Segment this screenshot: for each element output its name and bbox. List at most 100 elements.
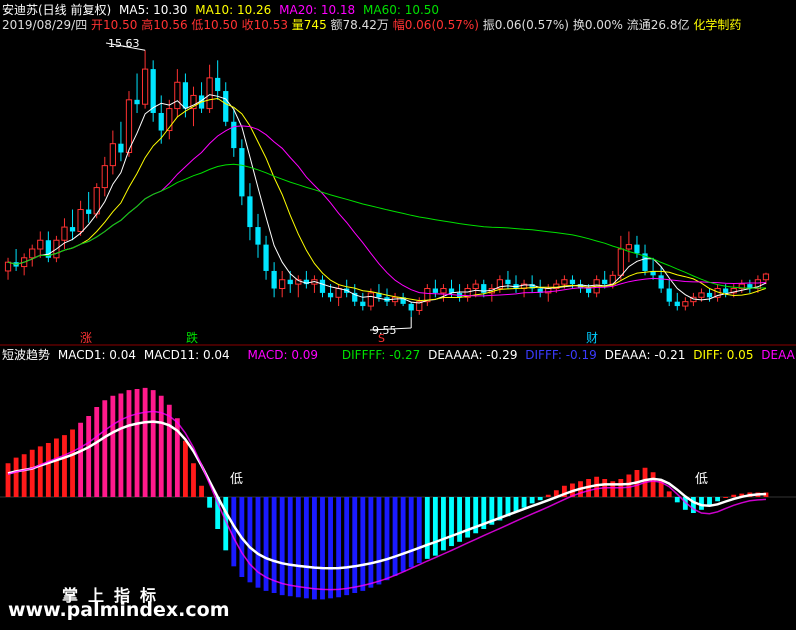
- candle-body: [247, 196, 253, 228]
- indicator-bar: [521, 497, 527, 508]
- candle-body: [319, 279, 326, 293]
- low-label-1: 低: [230, 472, 243, 487]
- indicator-bar: [457, 497, 462, 542]
- indicator-bar: [279, 497, 285, 596]
- low-label-2: 低: [695, 472, 708, 487]
- candle-body: [634, 244, 640, 254]
- candle-body: [561, 279, 568, 285]
- indicator-bar: [513, 497, 519, 512]
- indicator-bar: [666, 491, 672, 497]
- indicator-bar: [392, 497, 398, 576]
- indicator-bar: [166, 404, 172, 497]
- ma10-line: [7, 97, 767, 302]
- indicator-bar: [86, 416, 92, 497]
- indicator-bar: [400, 497, 406, 572]
- candle-body: [141, 68, 149, 105]
- candle-body: [61, 226, 68, 241]
- candle-body: [585, 288, 592, 293]
- indicator-bar: [287, 497, 293, 597]
- indicator-bar: [207, 497, 213, 508]
- indicator-bar: [312, 497, 317, 600]
- indicator-bar: [53, 438, 59, 497]
- indicator-bar: [142, 387, 148, 497]
- indicator-bar: [723, 497, 729, 498]
- indicator-bar: [320, 497, 325, 600]
- indicator-bar: [94, 407, 100, 497]
- indicator-bar: [432, 497, 438, 556]
- indicator-bar: [336, 497, 342, 598]
- indicator-bar: [45, 443, 51, 497]
- candle-body: [360, 301, 366, 307]
- candle-body: [174, 81, 181, 110]
- candle-body: [617, 248, 624, 276]
- candle-body: [206, 77, 213, 110]
- candle-body: [440, 288, 447, 294]
- indicator-bar: [29, 449, 35, 497]
- candle-body: [335, 288, 342, 298]
- indicator-bar: [37, 446, 43, 497]
- candle-body: [77, 209, 84, 232]
- candle-body: [37, 239, 44, 250]
- candle-body: [182, 82, 189, 109]
- candle-body: [263, 244, 269, 271]
- indicator-bar: [715, 497, 721, 502]
- indicator-bar: [183, 440, 188, 497]
- price-panel[interactable]: [4, 42, 770, 331]
- indicator-bar: [126, 390, 132, 497]
- candle-body: [118, 143, 124, 153]
- candle-body: [682, 301, 689, 307]
- indicator-bar: [441, 497, 446, 551]
- indicator-bar: [674, 497, 680, 503]
- indicator-bar: [199, 485, 204, 497]
- indicator-bar: [70, 429, 75, 497]
- candle-body: [109, 143, 116, 167]
- candle-body: [602, 279, 608, 285]
- candle-body: [625, 244, 633, 250]
- candle-body: [666, 288, 672, 302]
- indicator-bar: [295, 497, 301, 598]
- indicator-bar: [118, 393, 124, 497]
- candle-body: [271, 270, 277, 289]
- indicator-bar: [529, 497, 535, 504]
- candle-body: [101, 165, 108, 189]
- high-price-marker: 15.63: [108, 37, 140, 50]
- indicator-bar: [384, 497, 390, 581]
- candle-body: [706, 292, 713, 298]
- indicator-bar: [150, 390, 156, 497]
- indicator-bar: [110, 395, 116, 497]
- indicator-bar: [650, 472, 656, 497]
- ma60-line: [7, 163, 767, 289]
- candle-body: [472, 283, 479, 290]
- candle-body: [231, 121, 237, 149]
- indicator-bar: [408, 497, 414, 568]
- candle-body: [287, 279, 293, 285]
- candle-body: [125, 99, 133, 153]
- indicator-bar: [537, 497, 543, 501]
- candle-body: [408, 303, 414, 311]
- candle-body: [762, 273, 770, 281]
- candle-body: [505, 279, 511, 285]
- indicator-bar: [102, 400, 108, 497]
- watermark-url: www.palmindex.com: [8, 599, 230, 621]
- indicator-panel[interactable]: [0, 387, 796, 600]
- candle-body: [279, 279, 286, 290]
- signal-cai-label: 财: [586, 331, 598, 345]
- candle-body: [134, 99, 140, 105]
- indicator-bar: [594, 476, 600, 497]
- indicator-bar: [158, 395, 164, 497]
- candle-body: [569, 279, 576, 285]
- indicator-bar: [416, 497, 422, 564]
- candle-body: [367, 292, 374, 307]
- candle-body: [69, 227, 76, 232]
- chart-canvas[interactable]: 15.63 9.55 涨 跌 S 财 低 低: [0, 0, 796, 630]
- indicator-bar: [5, 463, 11, 497]
- candle-body: [4, 261, 12, 272]
- candle-body: [674, 301, 680, 307]
- indicator-bar: [449, 497, 454, 547]
- indicator-bar: [626, 474, 632, 497]
- indicator-bar: [344, 497, 350, 596]
- indicator-bar: [545, 494, 551, 497]
- indicator-bar: [376, 497, 382, 585]
- indicator-bar: [231, 497, 237, 567]
- candle-body: [86, 209, 92, 214]
